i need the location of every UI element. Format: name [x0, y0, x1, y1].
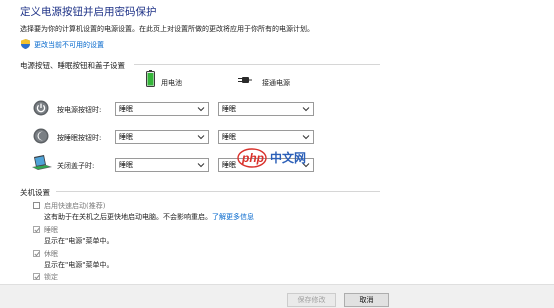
select-value: 睡眠: [222, 133, 236, 141]
select-value: 睡眠: [222, 105, 236, 113]
power-icon: [33, 100, 49, 116]
uac-shield-icon: [21, 39, 30, 49]
select-value: 睡眠: [119, 105, 133, 113]
sleep-icon: [33, 128, 49, 144]
buttons-section-divider: [134, 64, 380, 65]
sleep-button-label: 按睡眠按钮时:: [57, 134, 102, 142]
sleep-button-plugged-select[interactable]: 睡眠: [218, 130, 314, 144]
plugged-in-column-label: 接通电源: [262, 79, 290, 87]
select-value: 睡眠: [119, 133, 133, 141]
sleep-menu-label: 睡眠: [44, 226, 58, 234]
change-unavailable-settings-link[interactable]: 更改当前不可用的设置: [34, 40, 104, 50]
select-value: 睡眠: [119, 161, 133, 169]
chevron-down-icon: [197, 163, 205, 168]
buttons-section-title: 电源按钮、睡眠按钮和盖子设置: [20, 61, 125, 70]
sleep-button-battery-select[interactable]: 睡眠: [115, 130, 209, 144]
close-lid-battery-select[interactable]: 睡眠: [115, 158, 209, 172]
chevron-down-icon: [302, 107, 310, 112]
laptop-lid-icon: [32, 155, 52, 170]
lock-menu-checkbox[interactable]: [33, 273, 40, 280]
shutdown-section-divider: [56, 191, 380, 192]
lock-menu-label: 锁定: [44, 273, 58, 281]
plug-icon: [238, 77, 252, 83]
battery-icon: [146, 70, 155, 87]
chevron-down-icon: [302, 135, 310, 140]
power-button-battery-select[interactable]: 睡眠: [115, 102, 209, 116]
page-subtitle: 选择要为你的计算机设置的电源设置。在此页上对设置所做的更改将应用于你所有的电源计…: [20, 25, 314, 33]
checkmark-icon: [34, 274, 40, 280]
chevron-down-icon: [197, 107, 205, 112]
chevron-down-icon: [197, 135, 205, 140]
close-lid-label: 关闭盖子时:: [57, 162, 95, 170]
fast-startup-label: 启用快速启动(推荐): [44, 202, 106, 210]
save-changes-button[interactable]: 保存修改: [287, 293, 336, 307]
checkmark-icon: [34, 251, 40, 257]
sleep-menu-checkbox[interactable]: [33, 226, 40, 233]
battery-column-label: 用电池: [161, 79, 182, 87]
hibernate-menu-description: 显示在"电源"菜单中。: [44, 261, 114, 269]
select-value: 睡眠: [222, 161, 236, 169]
power-button-label: 按电源按钮时:: [57, 106, 102, 114]
php-cn-watermark-logo: php 中文网: [237, 148, 306, 168]
footer-bar: [0, 284, 554, 308]
hibernate-menu-checkbox[interactable]: [33, 250, 40, 257]
fast-startup-checkbox[interactable]: [33, 202, 40, 209]
watermark-text-cn: 中文网: [270, 150, 306, 165]
cancel-button[interactable]: 取消: [344, 293, 389, 307]
checkmark-icon: [34, 227, 40, 233]
hibernate-menu-label: 休眠: [44, 250, 58, 258]
learn-more-link[interactable]: 了解更多信息: [212, 213, 254, 221]
power-button-plugged-select[interactable]: 睡眠: [218, 102, 314, 116]
sleep-menu-description: 显示在"电源"菜单中。: [44, 237, 114, 245]
fast-startup-description-text: 这有助于在关机之后更快地启动电脑。不会影响重启。: [44, 213, 212, 221]
page-title: 定义电源按钮并启用密码保护: [20, 6, 157, 18]
shutdown-section-title: 关机设置: [20, 188, 50, 197]
watermark-text-php: php: [241, 151, 264, 165]
fast-startup-description: 这有助于在关机之后更快地启动电脑。不会影响重启。了解更多信息: [44, 212, 254, 222]
